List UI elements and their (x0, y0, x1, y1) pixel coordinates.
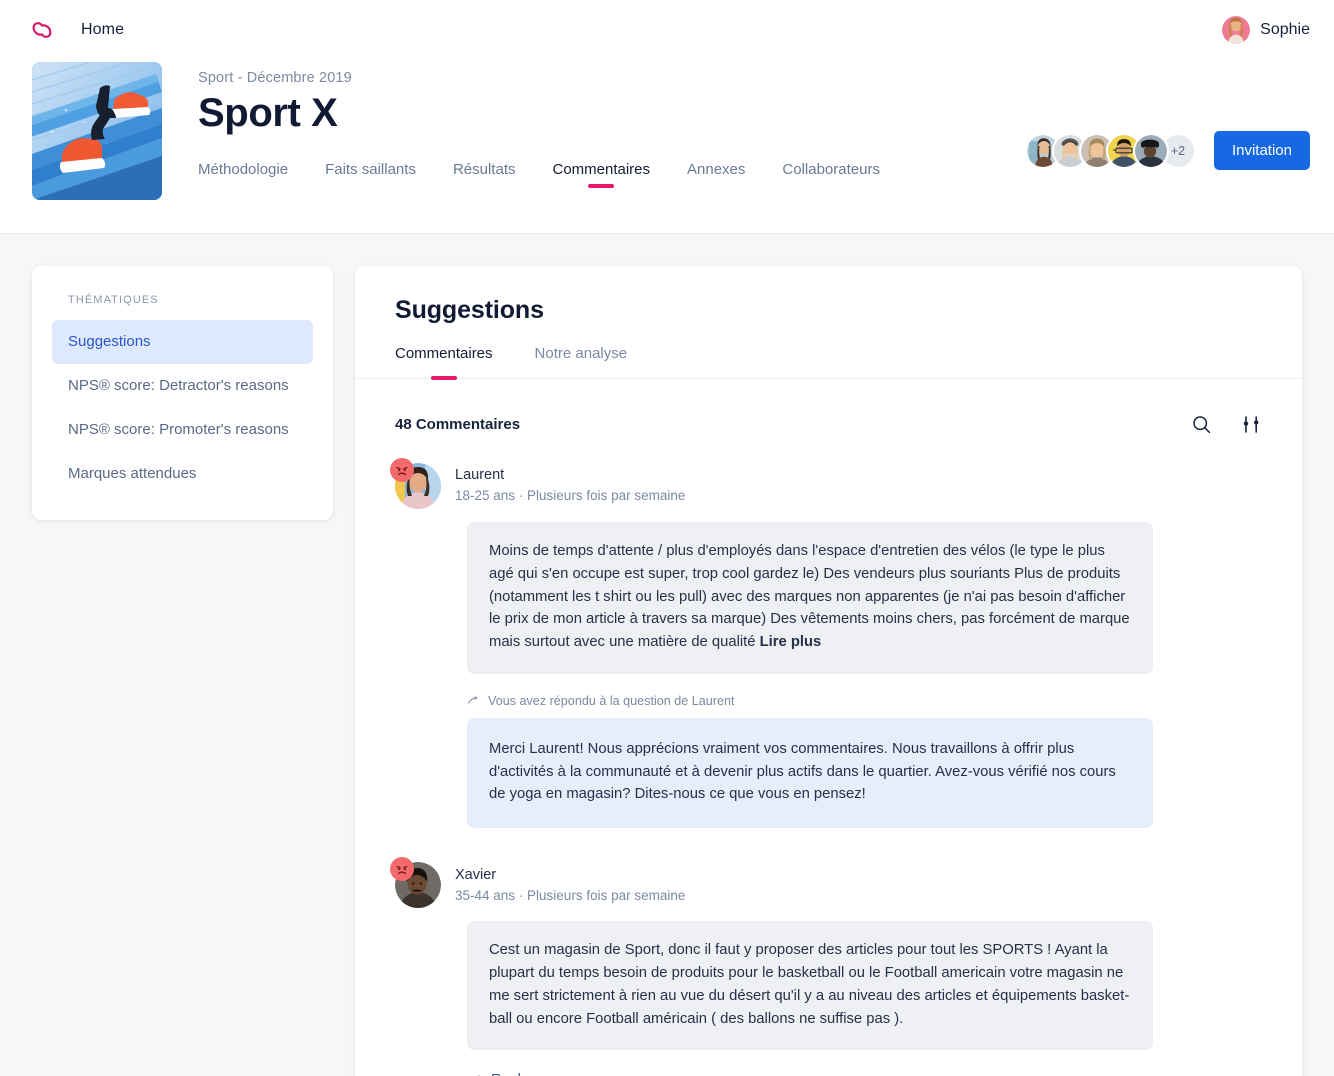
tab-annexes[interactable]: Annexes (687, 155, 745, 192)
swirl-logo-icon (27, 18, 57, 42)
tab-panel-notre-analyse[interactable]: Notre analyse (535, 345, 628, 378)
reply-arrow-icon (467, 695, 479, 707)
user-menu[interactable]: Sophie (1222, 15, 1310, 44)
project-header-actions: +2 Invitation (1024, 131, 1310, 170)
sidebar-heading: THÉMATIQUES (68, 294, 159, 306)
reply-note: Vous avez répondu à la question de Laure… (467, 694, 1262, 708)
tab-panel-commentaires[interactable]: Commentaires (395, 345, 493, 378)
comment-header: Laurent 18-25 ans · Plusieurs fois par s… (390, 458, 1262, 509)
tab-resultats[interactable]: Résultats (453, 155, 516, 192)
reply-button-label: Reply (491, 1072, 528, 1076)
avatar (1222, 15, 1251, 44)
sidebar-item-nps-detractor[interactable]: NPS® score: Detractor's reasons (52, 364, 313, 408)
sidebar-item-suggestions[interactable]: Suggestions (52, 320, 313, 364)
project-header: Sport - Décembre 2019 Sport X Méthodolog… (0, 59, 1334, 234)
panel-tabs: Commentaires Notre analyse (355, 345, 1302, 379)
comment-author: Laurent (455, 467, 505, 484)
toolbar-icons (1190, 413, 1262, 435)
read-more-link[interactable]: Lire plus (760, 634, 822, 650)
page-body: THÉMATIQUES Suggestions NPS® score: Detr… (0, 234, 1334, 1076)
avatar[interactable] (1132, 132, 1169, 169)
comment-meta: 18-25 ans · Plusieurs fois par semaine (455, 488, 686, 504)
comments-list: Laurent 18-25 ans · Plusieurs fois par s… (355, 435, 1302, 1076)
tab-collaborateurs[interactable]: Collaborateurs (782, 155, 880, 192)
sliders-filter-icon[interactable] (1240, 413, 1262, 435)
comment-header: Xavier 35-44 ans · Plusieurs fois par se… (390, 857, 1262, 909)
comment-author-block: Laurent 18-25 ans · Plusieurs fois par s… (455, 465, 685, 506)
reply-note-text: Vous avez répondu à la question de Laure… (488, 693, 735, 708)
comment-avatar-wrap (390, 857, 441, 909)
project-thumbnail (32, 62, 162, 200)
comment-item: Xavier 35-44 ans · Plusieurs fois par se… (390, 857, 1262, 1076)
tab-faits-saillants[interactable]: Faits saillants (325, 155, 416, 192)
comment-meta: 35-44 ans · Plusieurs fois par semaine (455, 887, 686, 903)
comment-avatar-wrap (390, 458, 441, 509)
comment-body: Moins de temps d'attente / plus d'employ… (467, 522, 1153, 674)
thematics-sidebar: THÉMATIQUES Suggestions NPS® score: Detr… (32, 266, 333, 520)
collaborator-avatars[interactable]: +2 (1024, 132, 1196, 169)
search-icon[interactable] (1190, 413, 1212, 435)
comment-body: Cest un magasin de Sport, donc il faut y… (467, 921, 1153, 1051)
comment-author: Xavier (455, 866, 497, 883)
user-name-label: Sophie (1260, 20, 1310, 38)
project-eyebrow: Sport - Décembre 2019 (198, 70, 352, 86)
page-title: Sport X (198, 91, 338, 135)
comment-author-block: Xavier 35-44 ans · Plusieurs fois par se… (455, 865, 685, 906)
app-logo[interactable] (22, 14, 62, 46)
top-navigation-bar: Home Sophie (0, 0, 1334, 59)
nav-link-home[interactable]: Home (81, 21, 124, 39)
panel-title: Suggestions (395, 296, 544, 324)
comments-toolbar: 48 Commentaires (355, 379, 1302, 435)
comment-item: Laurent 18-25 ans · Plusieurs fois par s… (390, 458, 1262, 829)
reply-button[interactable]: Reply (467, 1072, 528, 1076)
tab-commentaires[interactable]: Commentaires (552, 155, 650, 192)
reply-body: Merci Laurent! Nous apprécions vraiment … (467, 717, 1153, 829)
comments-count-label: 48 Commentaires (395, 415, 521, 433)
invitation-button[interactable]: Invitation (1213, 131, 1310, 170)
angry-face-icon (390, 458, 414, 482)
angry-face-icon (390, 857, 414, 882)
comments-panel: Suggestions Commentaires Notre analyse 4… (355, 266, 1302, 1076)
tab-methodologie[interactable]: Méthodologie (198, 155, 288, 192)
sidebar-item-nps-promoter[interactable]: NPS® score: Promoter's reasons (52, 408, 313, 452)
sidebar-item-marques-attendues[interactable]: Marques attendues (52, 452, 313, 496)
